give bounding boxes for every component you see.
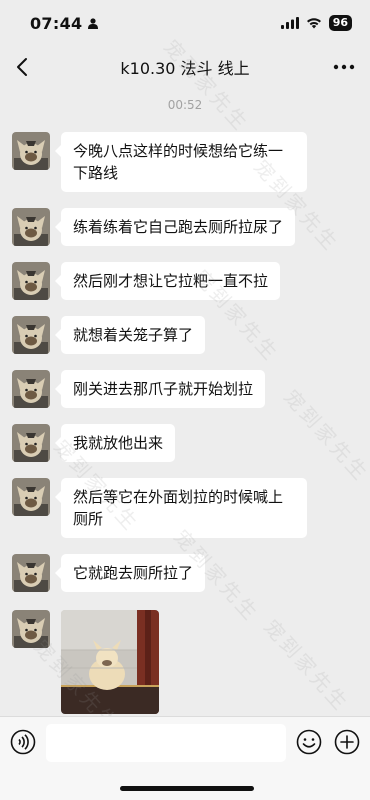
status-right: 96 — [280, 15, 352, 31]
person-icon — [88, 17, 99, 29]
message-row: 然后等它在外面划拉的时候喊上厕所 — [12, 478, 307, 538]
avatar[interactable] — [12, 132, 50, 170]
avatar[interactable] — [12, 610, 50, 648]
message-bubble[interactable]: 就想着关笼子算了 — [54, 316, 206, 354]
chat-area[interactable]: 00:52 今晚八点这样的时候想给它练一下路线 练着练着它自己跑去厕所拉尿了 然… — [0, 88, 370, 718]
message-row: 就想着关笼子算了 — [12, 316, 206, 354]
status-left: 07:44 — [30, 13, 99, 33]
message-bubble[interactable]: 然后等它在外面划拉的时候喊上厕所 — [55, 478, 307, 538]
message-bubble[interactable]: 刚关进去那爪子就开始划拉 — [54, 370, 266, 408]
message-bubble[interactable]: 它就跑去厕所拉了 — [54, 554, 206, 592]
home-indicator[interactable] — [120, 786, 254, 791]
message-row — [12, 610, 159, 714]
chevron-left-icon[interactable] — [12, 56, 34, 78]
message-row: 刚关进去那爪子就开始划拉 — [12, 370, 266, 408]
chat-header: k10.30 法斗 线上 — [0, 46, 370, 88]
plus-icon[interactable] — [334, 729, 360, 755]
signal-icon — [280, 17, 299, 29]
status-time: 07:44 — [30, 13, 83, 33]
more-dots-icon[interactable] — [332, 56, 356, 78]
status-bar: 07:44 96 — [0, 0, 370, 46]
avatar[interactable] — [12, 478, 50, 516]
wifi-icon — [306, 18, 321, 29]
avatar[interactable] — [12, 370, 50, 408]
message-bubble[interactable]: 然后刚才想让它拉粑一直不拉 — [54, 262, 281, 300]
message-input[interactable] — [46, 724, 286, 762]
image-message[interactable] — [61, 610, 159, 714]
emoji-icon[interactable] — [296, 729, 322, 755]
message-bubble[interactable]: 今晚八点这样的时候想给它练一下路线 — [55, 132, 307, 192]
message-row: 练着练着它自己跑去厕所拉尿了 — [12, 208, 296, 246]
message-bubble[interactable]: 练着练着它自己跑去厕所拉尿了 — [54, 208, 296, 246]
message-row: 今晚八点这样的时候想给它练一下路线 — [12, 132, 307, 192]
avatar[interactable] — [12, 262, 50, 300]
message-row: 我就放他出来 — [12, 424, 176, 462]
chat-timestamp: 00:52 — [167, 98, 203, 112]
voice-icon[interactable] — [10, 729, 36, 755]
battery-level: 96 — [328, 15, 352, 31]
message-row: 它就跑去厕所拉了 — [12, 554, 206, 592]
avatar[interactable] — [12, 316, 50, 354]
avatar[interactable] — [12, 554, 50, 592]
message-row: 然后刚才想让它拉粑一直不拉 — [12, 262, 281, 300]
chat-title: k10.30 法斗 线上 — [120, 59, 250, 78]
avatar[interactable] — [12, 208, 50, 246]
message-bubble[interactable]: 我就放他出来 — [54, 424, 176, 462]
avatar[interactable] — [12, 424, 50, 462]
